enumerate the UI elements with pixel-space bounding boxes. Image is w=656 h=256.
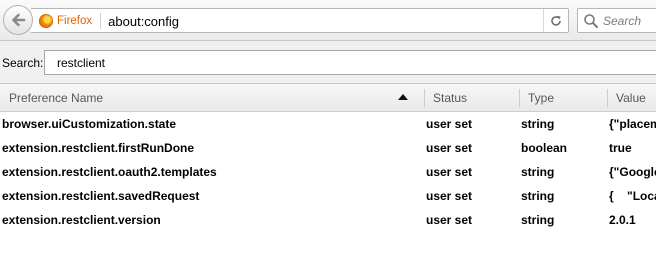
pref-value: true	[609, 141, 632, 155]
pref-status: user set	[426, 213, 473, 227]
pref-value: {"Google	[609, 165, 656, 179]
table-row[interactable]: extension.restclient.version user set st…	[0, 208, 656, 232]
back-arrow-icon	[12, 13, 26, 27]
pref-type: string	[521, 165, 555, 179]
pref-name: browser.uiCustomization.state	[2, 117, 177, 131]
column-label-value: Value	[616, 91, 646, 105]
url-text[interactable]: about:config	[108, 14, 179, 29]
site-identity[interactable]: Firefox about:config	[39, 13, 179, 29]
url-bar[interactable]: Firefox about:config	[31, 8, 569, 33]
column-label-name: Preference Name	[9, 91, 104, 105]
filter-input[interactable]	[44, 50, 656, 75]
column-header-type[interactable]: Type	[519, 84, 607, 112]
pref-name: extension.restclient.savedRequest	[2, 189, 200, 203]
navigation-toolbar: Firefox about:config Search	[0, 0, 656, 41]
table-header: Preference Name Status Type Value	[0, 84, 656, 112]
table-row[interactable]: extension.restclient.oauth2.templates us…	[0, 160, 656, 184]
pref-name: extension.restclient.firstRunDone	[2, 141, 195, 155]
pref-status: user set	[426, 141, 473, 155]
config-filter-row: Search:	[0, 41, 656, 83]
firefox-logo-icon	[39, 14, 53, 28]
pref-value: {"placem	[609, 117, 656, 131]
web-search-bar[interactable]: Search	[577, 8, 656, 33]
sort-ascending-icon	[398, 94, 408, 100]
identity-divider	[100, 13, 102, 29]
pref-status: user set	[426, 189, 473, 203]
column-header-value[interactable]: Value	[607, 84, 656, 112]
table-row[interactable]: extension.restclient.firstRunDone user s…	[0, 136, 656, 160]
column-label-type: Type	[528, 91, 555, 105]
back-button[interactable]	[3, 5, 33, 35]
column-label-status: Status	[433, 91, 468, 105]
pref-name: extension.restclient.version	[2, 213, 161, 227]
pref-name: extension.restclient.oauth2.templates	[2, 165, 217, 179]
pref-type: string	[521, 213, 555, 227]
filter-label: Search:	[2, 56, 44, 70]
pref-status: user set	[426, 117, 473, 131]
search-placeholder: Search	[603, 14, 642, 28]
search-icon	[583, 13, 599, 29]
table-row[interactable]: extension.restclient.savedRequest user s…	[0, 184, 656, 208]
pref-value: { "Loca	[609, 189, 656, 203]
pref-type: boolean	[521, 141, 568, 155]
table-row[interactable]: browser.uiCustomization.state user set s…	[0, 112, 656, 136]
table-body: browser.uiCustomization.state user set s…	[0, 112, 656, 232]
column-header-status[interactable]: Status	[424, 84, 519, 112]
reload-icon	[551, 15, 561, 26]
pref-type: string	[521, 189, 555, 203]
pref-type: string	[521, 117, 555, 131]
column-header-name[interactable]: Preference Name	[0, 84, 424, 112]
brand-label: Firefox	[57, 15, 93, 27]
pref-status: user set	[426, 165, 473, 179]
reload-button[interactable]	[543, 9, 568, 32]
pref-value: 2.0.1	[609, 213, 636, 227]
preferences-table: Preference Name Status Type Value browse…	[0, 83, 656, 256]
